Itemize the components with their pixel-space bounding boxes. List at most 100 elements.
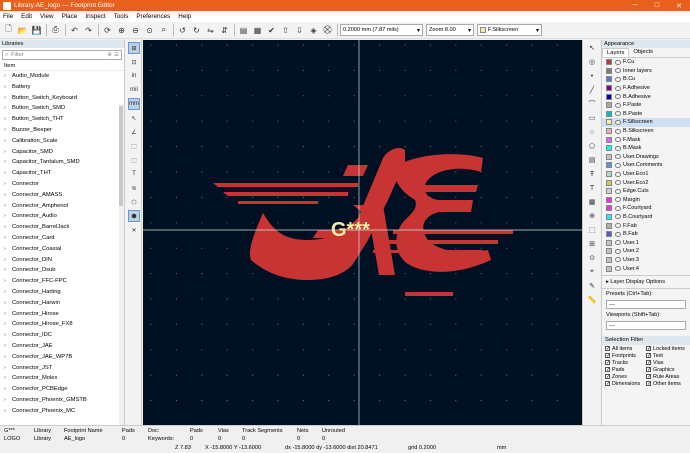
library-item[interactable]: › Connector xyxy=(0,179,124,190)
checkbox-icon[interactable]: ✓ xyxy=(646,374,651,380)
zoom-out-icon[interactable]: ⊖ xyxy=(129,24,142,37)
expand-chevron-icon[interactable]: › xyxy=(4,352,12,363)
library-item[interactable]: › Connector_JST xyxy=(0,363,124,374)
menu-tools[interactable]: Tools xyxy=(114,13,129,20)
visibility-eye-icon[interactable] xyxy=(615,171,621,177)
expand-chevron-icon[interactable]: › xyxy=(4,255,12,266)
library-item[interactable]: › Connector_Harting xyxy=(0,287,124,298)
visibility-eye-icon[interactable] xyxy=(615,111,621,117)
layer-row[interactable]: B.Silkscreen xyxy=(602,127,690,136)
tab-layers[interactable]: Layers xyxy=(602,48,630,57)
units-inch-icon[interactable]: in xyxy=(128,70,140,82)
library-item[interactable]: › Button_Switch_Keyboard xyxy=(0,93,124,104)
library-item[interactable]: › Battery xyxy=(0,82,124,93)
visibility-eye-icon[interactable] xyxy=(615,154,621,160)
library-item[interactable]: › Button_Switch_SMD xyxy=(0,103,124,114)
layer-row[interactable]: Inner layers xyxy=(602,67,690,76)
library-item[interactable]: › Capacitor_Tantalum_SMD xyxy=(0,157,124,168)
library-filter-input[interactable]: ⌕ Filter ⊗ ☰ xyxy=(2,50,122,60)
expand-chevron-icon[interactable]: › xyxy=(4,330,12,341)
checkbox-icon[interactable]: ✓ xyxy=(646,360,651,366)
layer-color-swatch[interactable] xyxy=(606,265,612,272)
visibility-eye-icon[interactable] xyxy=(615,145,621,151)
visibility-eye-icon[interactable] xyxy=(615,137,621,143)
layer-color-swatch[interactable] xyxy=(606,93,612,100)
menu-inspect[interactable]: Inspect xyxy=(85,13,105,20)
visibility-eye-icon[interactable] xyxy=(615,188,621,194)
layer-color-swatch[interactable] xyxy=(606,67,612,74)
expand-chevron-icon[interactable]: › xyxy=(4,265,12,276)
library-item[interactable]: › Connector_Molex xyxy=(0,373,124,384)
appearance-toggle-icon[interactable]: ⬢ xyxy=(128,210,140,222)
library-item[interactable]: › Button_Switch_THT xyxy=(0,114,124,125)
layer-select[interactable]: F.Silkscreen xyxy=(477,24,542,36)
library-item[interactable]: › Capacitor_THT xyxy=(0,168,124,179)
expand-chevron-icon[interactable]: › xyxy=(4,190,12,201)
dimension-icon[interactable]: ⊕ xyxy=(586,210,598,222)
layer-row[interactable]: User.3 xyxy=(602,256,690,265)
visibility-eye-icon[interactable] xyxy=(615,223,621,229)
checkbox-icon[interactable]: ✓ xyxy=(605,374,610,380)
layer-row[interactable]: B.Mask xyxy=(602,144,690,153)
expand-chevron-icon[interactable]: › xyxy=(4,103,12,114)
rectangle-icon[interactable]: ▭ xyxy=(586,112,598,124)
array-icon[interactable]: ⊞ xyxy=(586,238,598,250)
layer-color-swatch[interactable] xyxy=(606,248,612,255)
layer-row[interactable]: B.Paste xyxy=(602,110,690,119)
expand-chevron-icon[interactable]: › xyxy=(4,179,12,190)
expand-chevron-icon[interactable]: › xyxy=(4,71,12,82)
checkbox-icon[interactable]: ✓ xyxy=(605,353,610,359)
3d-viewer-icon[interactable]: ◈ xyxy=(307,24,320,37)
angle-snap-icon[interactable]: ∠ xyxy=(128,126,140,138)
line-icon[interactable]: ╱ xyxy=(586,84,598,96)
pad-icon[interactable]: ◎ xyxy=(586,56,598,68)
layer-row[interactable]: User.Eco1 xyxy=(602,170,690,179)
checkbox-icon[interactable]: ✓ xyxy=(646,346,651,352)
layer-color-swatch[interactable] xyxy=(606,153,612,160)
filter-checkbox[interactable]: ✓ All items xyxy=(605,346,646,352)
layer-row[interactable]: B.Cu xyxy=(602,75,690,84)
zoom-select[interactable]: Zoom 8.00 xyxy=(426,24,474,36)
layer-color-swatch[interactable] xyxy=(606,128,612,135)
layer-color-swatch[interactable] xyxy=(606,188,612,195)
library-item[interactable]: › Connector_Amphenol xyxy=(0,201,124,212)
redo-icon[interactable]: ↷ xyxy=(82,24,95,37)
checkbox-icon[interactable]: ✓ xyxy=(646,381,651,387)
visibility-eye-icon[interactable] xyxy=(615,180,621,186)
footprint-properties-icon[interactable]: ▤ xyxy=(237,24,250,37)
grid-select[interactable]: 0.2000 mm (7.87 mils) xyxy=(340,24,423,36)
layer-row[interactable]: B.Fab xyxy=(602,230,690,239)
library-item[interactable]: › Capacitor_SMD xyxy=(0,147,124,158)
rotate-ccw-icon[interactable]: ↺ xyxy=(176,24,189,37)
expand-chevron-icon[interactable]: › xyxy=(4,201,12,212)
library-item[interactable]: › Connector_Hirose xyxy=(0,309,124,320)
library-item[interactable]: › Connector_PCBEdge xyxy=(0,384,124,395)
pad-outline-icon[interactable]: ⬚ xyxy=(128,140,140,152)
layer-row[interactable]: F.Silkscreen xyxy=(602,118,690,127)
filter-checkbox[interactable]: ✓ Tracks xyxy=(605,360,646,366)
checkbox-icon[interactable]: ✓ xyxy=(605,381,610,387)
library-item[interactable]: › Connector_JAE xyxy=(0,341,124,352)
visibility-eye-icon[interactable] xyxy=(615,257,621,263)
layer-color-swatch[interactable] xyxy=(606,119,612,126)
insert-into-board-icon[interactable]: ⇩ xyxy=(293,24,306,37)
layer-manager-icon[interactable]: ⬡ xyxy=(128,196,140,208)
layer-row[interactable]: Edge.Cuts xyxy=(602,187,690,196)
zone-icon[interactable]: ▤ xyxy=(586,154,598,166)
library-item[interactable]: › Connector_Card xyxy=(0,233,124,244)
filter-checkbox[interactable]: ✓ Other items xyxy=(646,381,687,387)
layer-color-swatch[interactable] xyxy=(606,85,612,92)
library-item[interactable]: › Connector_Phoenix_MC xyxy=(0,406,124,417)
library-item[interactable]: › Connector_DIN xyxy=(0,255,124,266)
layer-display-options[interactable]: ▸ Layer Display Options xyxy=(602,274,690,289)
layer-color-swatch[interactable] xyxy=(606,196,612,203)
layer-row[interactable]: Margin xyxy=(602,196,690,205)
library-item[interactable]: › Connector_Dsub xyxy=(0,265,124,276)
origin-icon[interactable]: ⌖ xyxy=(586,266,598,278)
table-icon[interactable]: ▦ xyxy=(586,196,598,208)
visibility-eye-icon[interactable] xyxy=(615,119,621,125)
zoom-selection-icon[interactable]: ⌕ xyxy=(157,24,170,37)
visibility-eye-icon[interactable] xyxy=(615,76,621,82)
expand-chevron-icon[interactable]: › xyxy=(4,395,12,406)
layer-row[interactable]: B.Adhesive xyxy=(602,92,690,101)
